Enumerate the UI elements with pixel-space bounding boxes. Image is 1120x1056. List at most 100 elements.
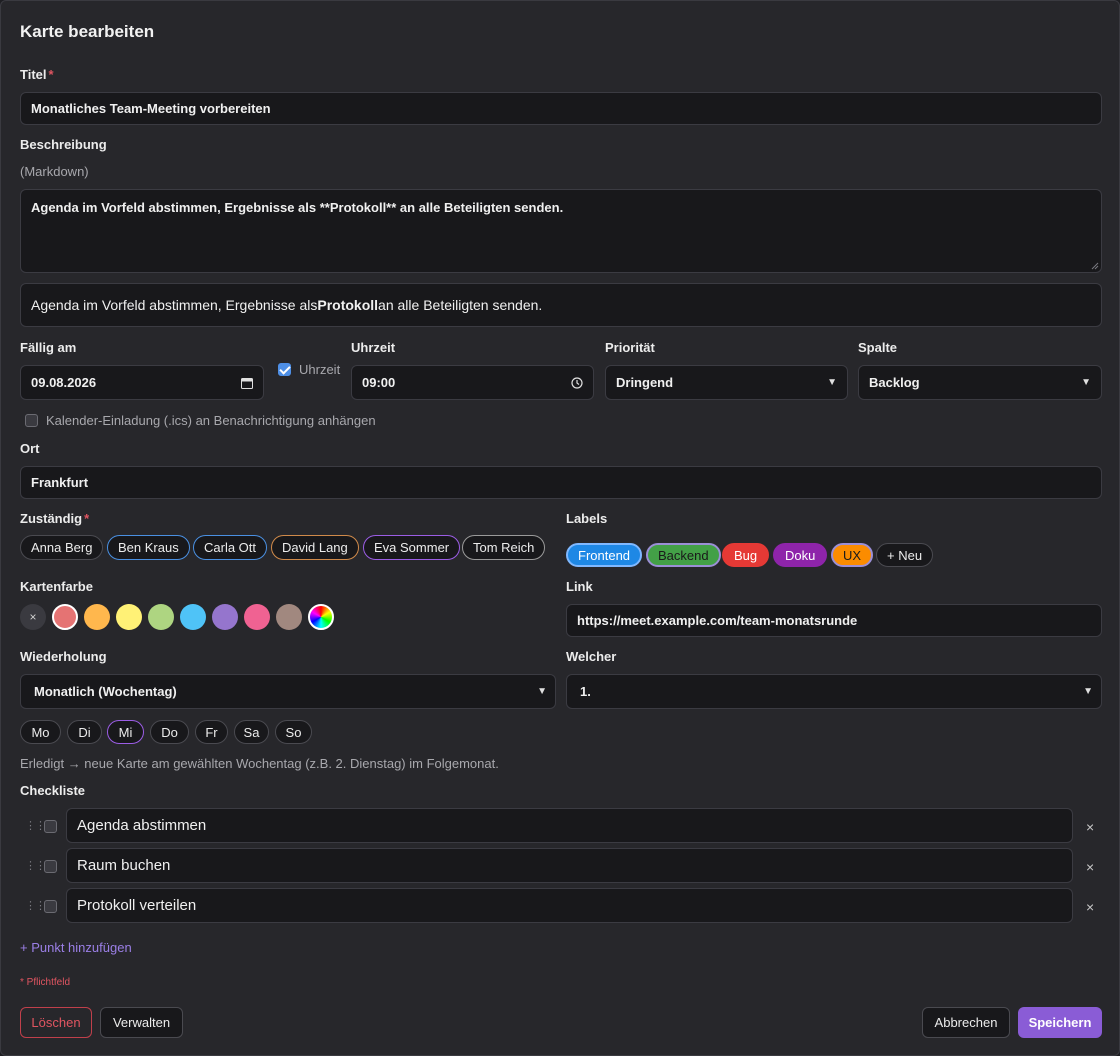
card-color-label: Kartenfarbe <box>20 579 93 594</box>
assignee-chip[interactable]: Anna Berg <box>20 535 104 560</box>
location-input[interactable]: Frankfurt <box>20 466 1102 499</box>
description-textarea[interactable]: Agenda im Vorfeld abstimmen, Ergebnisse … <box>20 189 1102 273</box>
assignees-label: Zuständig * <box>20 511 90 526</box>
weekday-mo[interactable]: Mo <box>20 720 61 744</box>
time-toggle[interactable]: Uhrzeit <box>278 362 340 377</box>
drag-handle-icon[interactable]: ⋮⋮ <box>25 899 46 912</box>
time-label: Uhrzeit <box>351 340 396 355</box>
remove-item-button[interactable]: × <box>1086 819 1094 835</box>
weekday-di[interactable]: Di <box>67 720 102 744</box>
weekday-mi[interactable]: Mi <box>107 720 144 744</box>
checklist-item-input[interactable]: Raum buchen <box>66 848 1073 883</box>
priority-select[interactable]: Dringend ▼ <box>605 365 848 400</box>
resize-handle-icon[interactable] <box>1091 262 1099 270</box>
label-chip-backend[interactable]: Backend <box>646 543 721 567</box>
description-label: Beschreibung <box>20 137 107 152</box>
title-input[interactable]: Monatliches Team-Meeting vorbereiten <box>20 92 1102 125</box>
priority-label: Priorität <box>605 340 655 355</box>
assignee-chip[interactable]: Ben Kraus <box>107 535 190 560</box>
label-chip-bug[interactable]: Bug <box>722 543 770 567</box>
checklist-label: Checkliste <box>20 783 86 798</box>
assignee-chip[interactable]: Eva Sommer <box>363 535 461 560</box>
label-chip-ux[interactable]: UX <box>831 543 874 567</box>
checklist-item-input[interactable]: Protokoll verteilen <box>66 888 1073 923</box>
delete-button[interactable]: Löschen <box>20 1007 92 1038</box>
remove-item-button[interactable]: × <box>1086 899 1094 915</box>
close-icon: × <box>1086 859 1095 875</box>
time-toggle-label: Uhrzeit <box>299 362 341 377</box>
recurrence-hint: Erledigt → neue Karte am gewählten Woche… <box>20 756 499 771</box>
color-swatch-orange[interactable] <box>84 604 110 630</box>
priority-value: Dringend <box>616 375 674 390</box>
title-input-value: Monatliches Team-Meeting vorbereiten <box>31 101 271 116</box>
color-swatch-pink[interactable] <box>244 604 270 630</box>
edit-card-dialog: Karte bearbeiten Titel * Monatliches Team… <box>0 0 1120 1056</box>
description-value: Agenda im Vorfeld abstimmen, Ergebnisse … <box>31 200 564 215</box>
weekday-fr[interactable]: Fr <box>195 720 228 744</box>
location-label: Ort <box>20 441 40 456</box>
due-date-value: 09.08.2026 <box>31 375 97 390</box>
label-chip-frontend[interactable]: Frontend <box>566 543 643 567</box>
column-label: Spalte <box>858 340 898 355</box>
dialog-title: Karte bearbeiten <box>20 22 155 41</box>
required-marker: * <box>48 67 54 82</box>
cancel-button[interactable]: Abbrechen <box>922 1007 1010 1038</box>
due-date-label: Fällig am <box>20 340 77 355</box>
markdown-preview: Agenda im Vorfeld abstimmen, Ergebnisse … <box>20 283 1102 327</box>
drag-handle-icon[interactable]: ⋮⋮ <box>25 859 46 872</box>
weekday-so[interactable]: So <box>275 720 312 744</box>
color-swatch-yellow[interactable] <box>116 604 142 630</box>
recurrence-label: Wiederholung <box>20 649 107 664</box>
which-select[interactable]: 1. ▼ <box>566 674 1102 709</box>
drag-handle-icon[interactable]: ⋮⋮ <box>25 819 46 832</box>
add-label-button[interactable]: + Neu <box>876 543 934 567</box>
label-chip-doku[interactable]: Doku <box>773 543 828 567</box>
color-swatch-brown[interactable] <box>276 604 302 630</box>
color-swatch-red[interactable] <box>52 604 78 630</box>
chevron-down-icon: ▼ <box>1083 686 1093 697</box>
chevron-down-icon: ▼ <box>1081 377 1091 388</box>
calendar-invite-checkbox[interactable] <box>25 414 38 427</box>
time-value: 09:00 <box>362 375 396 390</box>
chevron-down-icon: ▼ <box>537 686 547 697</box>
color-swatch-purple[interactable] <box>212 604 238 630</box>
custom-color-picker-icon[interactable] <box>308 604 334 630</box>
required-field-note: * Pflichtfeld <box>20 977 71 988</box>
clock-icon[interactable] <box>571 376 583 389</box>
time-toggle-checkbox[interactable] <box>278 363 291 376</box>
clear-color-button[interactable]: × <box>20 604 46 630</box>
which-label: Welcher <box>566 649 617 664</box>
assignee-chip[interactable]: Carla Ott <box>193 535 268 560</box>
column-value: Backlog <box>869 375 920 390</box>
assignee-chip[interactable]: David Lang <box>271 535 359 560</box>
color-swatch-green[interactable] <box>148 604 174 630</box>
color-swatch-blue[interactable] <box>180 604 206 630</box>
add-checklist-item-link[interactable]: + Punkt hinzufügen <box>20 940 132 955</box>
checklist-item-checkbox[interactable] <box>44 900 57 913</box>
time-input[interactable]: 09:00 <box>351 365 594 400</box>
weekday-do[interactable]: Do <box>150 720 189 744</box>
checklist-item-checkbox[interactable] <box>44 860 57 873</box>
column-select[interactable]: Backlog ▼ <box>858 365 1102 400</box>
link-input[interactable]: https://meet.example.com/team-monatsrund… <box>566 604 1102 637</box>
weekday-sa[interactable]: Sa <box>234 720 269 744</box>
title-label: Titel * <box>20 67 54 82</box>
save-button[interactable]: Speichern <box>1018 1007 1102 1038</box>
calendar-icon[interactable] <box>241 377 253 389</box>
manage-button[interactable]: Verwalten <box>100 1007 183 1038</box>
required-marker: * <box>84 511 90 526</box>
recurrence-select[interactable]: Monatlich (Wochentag) ▼ <box>20 674 556 709</box>
checklist-item-checkbox[interactable] <box>44 820 57 833</box>
which-value: 1. <box>580 684 591 699</box>
due-date-input[interactable]: 09.08.2026 <box>20 365 264 400</box>
recurrence-value: Monatlich (Wochentag) <box>34 684 177 699</box>
close-icon: × <box>1086 819 1095 835</box>
close-icon: × <box>29 610 37 624</box>
close-icon: × <box>1086 899 1095 915</box>
assignee-chip[interactable]: Tom Reich <box>462 535 546 560</box>
calendar-invite-option[interactable]: Kalender-Einladung (.ics) an Benachricht… <box>25 413 376 428</box>
labels-label: Labels <box>566 511 608 526</box>
remove-item-button[interactable]: × <box>1086 859 1094 875</box>
chevron-down-icon: ▼ <box>827 377 837 388</box>
checklist-item-input[interactable]: Agenda abstimmen <box>66 808 1073 843</box>
